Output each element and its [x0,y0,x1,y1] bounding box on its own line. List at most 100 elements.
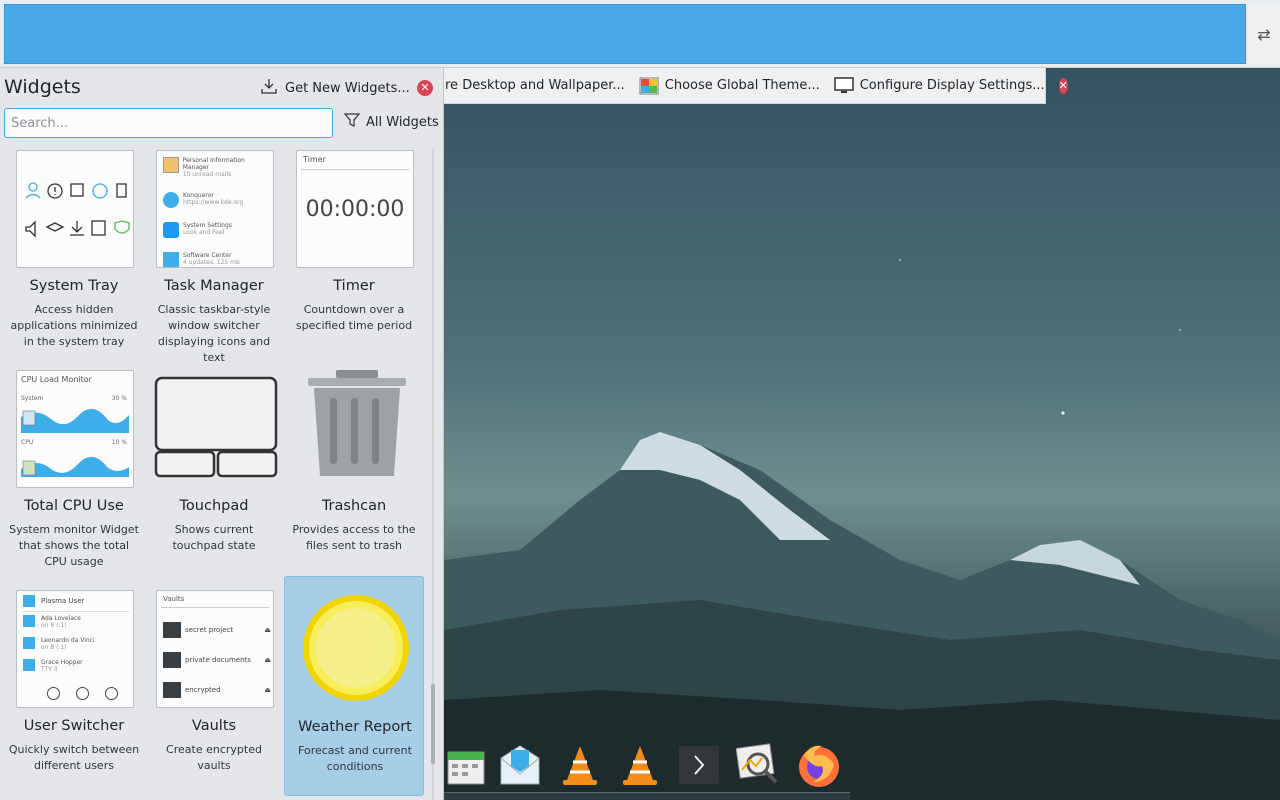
widget-name: Task Manager [164,278,264,294]
widget-description: Provides access to the files sent to tra… [292,523,416,552]
widgets-panel: Widgets Get New Widgets... ✕ All Widgets [0,68,444,800]
filter-button[interactable]: All Widgets [343,112,439,132]
preview-sub: 4 updates, 125 mb [183,259,240,266]
configure-desktop-button[interactable]: re Desktop and Wallpaper... [445,78,625,93]
user-session: on 6 (:1) [41,622,67,629]
get-new-widgets-button[interactable]: Get New Widgets... [261,78,410,98]
avatar [23,595,35,607]
preview-sub: 10 unread mails [182,171,232,178]
firefox-icon[interactable] [796,742,842,788]
widget-card-user-switcher[interactable]: Plasma User Ada Lovelace on 6 (:1) Leonar… [4,582,144,800]
widget-name: Timer [333,278,375,294]
widget-card-trashcan[interactable]: Trashcan Provides access to the files se… [284,362,424,582]
timer-preview: Timer 00:00:00 [296,150,414,268]
eject-icon: ⏏ [264,686,271,694]
widget-name: Weather Report [298,719,412,735]
terminal-icon[interactable] [677,742,723,788]
preview-title: Software Center [183,252,232,259]
widgets-header: Widgets Get New Widgets... ✕ [0,68,444,106]
user-switcher-preview: Plasma User Ada Lovelace on 6 (:1) Leonar… [16,590,134,708]
settings-icon [163,222,179,238]
preview-title: System Settings [183,222,232,229]
vlc-icon[interactable] [617,742,663,788]
power-icon [105,687,118,700]
timer-header: Timer [303,155,326,164]
widget-description: Quickly switch between different users [8,743,140,772]
widget-card-weather-report[interactable]: Weather Report Forecast and current cond… [284,576,424,796]
widget-name: User Switcher [23,718,125,734]
avatar [23,659,35,671]
preview-title: Personal Information Manager [182,157,245,171]
panel-edit-area[interactable] [4,4,1246,64]
widget-description: Create encrypted vaults [166,743,262,772]
widget-description: Shows current touchpad state [172,523,256,552]
widget-card-vaults[interactable]: Vaults secret project ⏏ private documents… [144,582,284,800]
widgets-scrollbar[interactable] [429,148,437,800]
display-settings-label: Configure Display Settings... [859,78,1045,93]
folder-icon [163,622,181,638]
avatar [23,615,35,627]
widget-card-task-manager[interactable]: Personal Information Manager 10 unread ma… [144,142,284,364]
widget-description: Forecast and current conditions [298,744,412,773]
global-theme-label: Choose Global Theme... [664,78,820,93]
vlc-icon[interactable] [557,742,603,788]
folder-icon [163,682,181,698]
widget-card-total-cpu-use[interactable]: CPU Load Monitor System 30 % CPU 10 % To… [4,362,144,582]
calendar-icon [163,157,179,173]
preview-title: Konqueror [183,192,214,199]
display-settings-button[interactable]: Configure Display Settings... [833,76,1045,95]
close-icon[interactable]: ✕ [1058,77,1068,94]
eject-icon: ⏏ [264,626,271,634]
widget-description: Countdown over a specified time period [295,303,413,332]
user-session: TTY 3 [41,666,58,673]
mail-icon[interactable] [497,742,543,788]
lock-icon [76,687,89,700]
globe-icon [163,192,179,208]
touchpad-icon [154,376,278,478]
vault-name: private documents [185,656,251,664]
task-manager-preview: Personal Information Manager 10 unread ma… [156,150,274,268]
download-icon [261,78,277,98]
widget-description: System monitor Widget that shows the tot… [9,523,139,568]
back-icon [47,687,60,700]
widget-description: Access hidden applications minimized in … [10,303,138,348]
widget-card-timer[interactable]: Timer 00:00:00 Timer Countdown over a sp… [284,142,424,362]
folder-icon [163,652,181,668]
dock [440,736,860,800]
user-name: Grace Hopper [41,659,83,666]
user-session: on 8 (:1) [41,644,67,651]
widget-description: Classic taskbar-style window switcher di… [157,303,271,364]
search-input[interactable] [4,108,333,138]
image-viewer-icon[interactable] [735,742,782,788]
widgets-grid: System Tray Access hidden applications m… [0,142,444,800]
widget-card-touchpad[interactable]: Touchpad Shows current touchpad state [144,362,284,582]
system-tray-preview [16,150,134,268]
eject-icon: ⏏ [264,656,271,664]
global-theme-icon [639,77,659,95]
filter-label: All Widgets [366,114,439,130]
vaults-header: Vaults [163,595,185,603]
user-name: Ada Lovelace [41,615,81,622]
calendar-icon[interactable] [442,742,488,788]
widgets-title: Widgets [4,76,81,98]
configure-icon[interactable]: ⇄ [1248,4,1280,64]
widget-name: Total CPU Use [24,498,124,514]
preview-sub: Look and Feel [183,229,225,236]
user-name: Leonardo da Vinci [41,637,95,644]
current-user: Plasma User [41,597,85,605]
global-theme-button[interactable]: Choose Global Theme... [639,77,820,95]
trashcan-icon [308,370,406,476]
vaults-preview: Vaults secret project ⏏ private documents… [156,590,274,708]
close-icon[interactable]: ✕ [417,80,433,96]
widget-card-system-tray[interactable]: System Tray Access hidden applications m… [4,142,144,362]
monitor-icon [833,76,854,95]
cpu-preview: CPU Load Monitor System 30 % CPU 10 % [16,370,134,488]
scrollbar-thumb[interactable] [431,684,435,764]
configure-desktop-label: re Desktop and Wallpaper... [445,78,625,93]
software-center-icon [163,252,179,267]
timer-value: 00:00:00 [305,197,405,222]
widget-name: Touchpad [179,498,249,514]
desktop-edit-toolbar: re Desktop and Wallpaper... Choose Globa… [440,68,1068,104]
vault-name: encrypted [185,686,221,694]
vault-name: secret project [185,626,234,634]
